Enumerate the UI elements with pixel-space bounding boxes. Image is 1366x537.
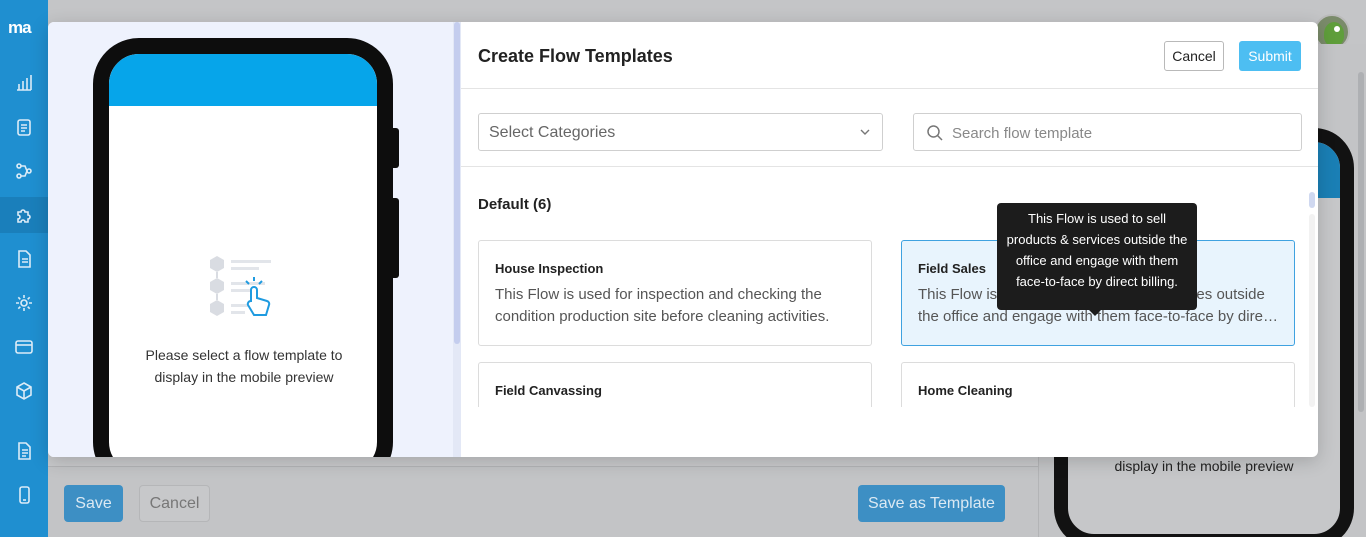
avatar-detail (1334, 26, 1340, 32)
phone-side-button (393, 198, 399, 278)
phone-header-bar (109, 54, 377, 106)
template-card-description: This Flow is used for inspection and che… (495, 286, 830, 325)
box-icon[interactable] (12, 379, 36, 403)
template-description-tooltip: This Flow is used to sell products & ser… (997, 203, 1197, 316)
preview-placeholder-text: Please select a flow template to display… (145, 347, 343, 385)
template-card-title: Home Cleaning (918, 383, 1013, 398)
category-select-placeholder: Select Categories (489, 124, 616, 141)
bar-chart-icon[interactable] (12, 71, 36, 95)
settings-icon[interactable] (12, 291, 36, 315)
template-card-title: Field Sales (918, 261, 986, 276)
template-card-title: Field Canvassing (495, 383, 602, 398)
phone-side-button (393, 128, 399, 168)
avatar-image (1324, 22, 1344, 46)
puzzle-icon[interactable] (12, 203, 36, 227)
phone-frame (93, 38, 393, 457)
phone-icon[interactable] (12, 483, 36, 507)
save-as-template-button[interactable]: Save as Template (858, 485, 1005, 522)
cancel-button[interactable]: Cancel (139, 485, 210, 522)
modal-cancel-button[interactable]: Cancel (1164, 41, 1224, 71)
mobile-preview-panel: Please select a flow template to display… (48, 22, 453, 457)
template-card-home-cleaning[interactable]: Home Cleaning (901, 362, 1295, 407)
nav-rail: ma (0, 0, 48, 537)
template-list-scrollbar[interactable] (1309, 192, 1315, 407)
flow-icon[interactable] (12, 159, 36, 183)
clipboard-icon[interactable] (12, 115, 36, 139)
modal-header: Create Flow Templates Cancel Submit (461, 22, 1318, 89)
section-title: Default (6) (478, 196, 552, 213)
file-text-icon[interactable] (12, 439, 36, 463)
preview-scrollbar[interactable] (453, 22, 461, 457)
template-card-title: House Inspection (495, 261, 604, 276)
template-card-house-inspection[interactable]: House Inspection This Flow is used for i… (478, 240, 872, 346)
search-field[interactable] (913, 113, 1302, 151)
app-logo[interactable]: ma (8, 18, 40, 37)
select-template-illustration (205, 254, 281, 330)
template-card-field-canvassing[interactable]: Field Canvassing (478, 362, 872, 407)
background-preview-text: display in the mobile preview (1114, 458, 1294, 474)
card-icon[interactable] (12, 335, 36, 359)
search-input[interactable] (952, 120, 1292, 146)
save-button[interactable]: Save (64, 485, 123, 522)
background-scrollbar[interactable] (1358, 72, 1364, 412)
submit-button[interactable]: Submit (1239, 41, 1301, 71)
category-select[interactable]: Select Categories (478, 113, 883, 151)
document-icon[interactable] (12, 247, 36, 271)
filters-bar: Select Categories (461, 89, 1318, 167)
chevron-down-icon (860, 129, 870, 135)
modal-title: Create Flow Templates (478, 46, 673, 66)
search-icon (927, 125, 943, 141)
